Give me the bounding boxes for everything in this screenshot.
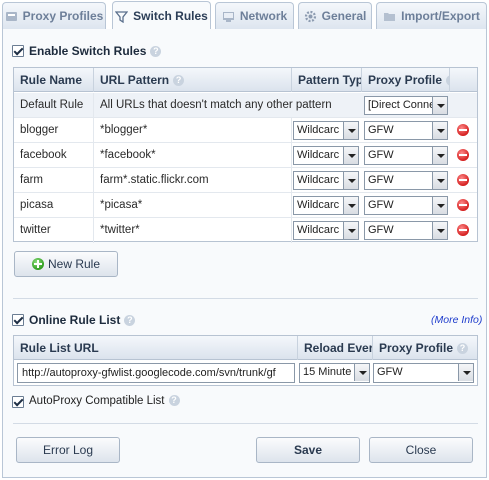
tab-switch-rules[interactable]: Switch Rules [112,1,211,30]
rule-pattern: All URLs that doesn't match any other pa… [100,99,332,111]
proxy-profile-select[interactable]: GFW [364,196,448,215]
rule-pattern[interactable]: *twitter* [94,218,292,243]
rule-list-url-field[interactable]: http://autoproxy-gfwlist.googlecode.com/… [17,363,295,383]
chevron-down-icon [343,222,358,239]
column-header-url-pattern[interactable]: URL Pattern? [94,68,292,92]
delete-rule-icon[interactable] [457,224,469,236]
delete-rule-icon[interactable] [457,174,469,186]
column-header-rule-list-url[interactable]: Rule List URL [14,336,298,360]
tab-label: Network [239,9,288,23]
more-info-link[interactable]: (More Info) [431,314,482,326]
online-rule-list-checkbox[interactable] [12,314,24,326]
help-icon[interactable]: ? [457,343,469,355]
help-icon[interactable]: ? [168,395,180,407]
table-header: Rule List URL Reload Every Proxy Profile… [14,336,477,360]
table-row: twitter *twitter* Wildcarc GFW [14,218,477,243]
enable-switch-rules-label: Enable Switch Rules? [29,44,162,58]
rule-pattern[interactable]: farm*.static.flickr.com [94,168,292,193]
chevron-down-icon [343,122,358,139]
switch-rules-table: Rule Name URL Pattern? Pattern Typ Proxy… [13,67,478,243]
network-icon [222,10,235,23]
chevron-down-icon [432,122,447,139]
tab-label: General [321,9,367,23]
online-rule-list-table: Rule List URL Reload Every Proxy Profile… [13,335,478,386]
rule-name[interactable]: twitter [14,218,94,243]
delete-rule-icon[interactable] [457,149,469,161]
reload-every-select[interactable]: 15 Minute [299,363,370,383]
online-rule-list-label: Online Rule List? [29,313,136,327]
help-icon[interactable]: ? [150,46,162,58]
rule-name[interactable]: picasa [14,193,94,218]
pattern-type-select[interactable]: Wildcarc [293,171,359,190]
column-header-pattern-type[interactable]: Pattern Typ [292,68,362,92]
tab-import-export[interactable]: Import/Export [376,2,487,29]
online-proxy-profile-select[interactable]: GFW [373,363,474,383]
rule-pattern[interactable]: *blogger* [94,118,292,143]
tab-general[interactable]: General [298,2,372,29]
chevron-down-icon [432,197,447,214]
tab-label: Switch Rules [133,9,208,23]
tab-label: Proxy Profiles [22,9,104,23]
tab-bar: Proxy Profiles Switch Rules Network Gene… [0,0,489,30]
pattern-type-select[interactable]: Wildcarc [293,221,359,240]
column-header-proxy-profile[interactable]: Proxy Profile? [362,68,450,92]
table-row: blogger *blogger* Wildcarc GFW [14,118,477,143]
help-icon[interactable]: ? [173,75,185,87]
rule-name[interactable]: farm [14,168,94,193]
delete-rule-icon[interactable] [457,199,469,211]
chevron-down-icon [343,197,358,214]
folder-icon [383,10,396,23]
add-icon [31,258,44,270]
rule-name[interactable]: blogger [14,118,94,143]
chevron-down-icon [432,97,447,114]
chevron-down-icon [343,172,358,189]
help-icon[interactable]: ? [124,315,136,327]
enable-switch-rules-checkbox[interactable] [12,45,24,57]
table-header: Rule Name URL Pattern? Pattern Typ Proxy… [14,68,477,92]
error-log-button[interactable]: Error Log [16,437,120,463]
close-button[interactable]: Close [369,437,473,463]
switch-rules-panel: Enable Switch Rules? Rule Name URL Patte… [2,29,487,478]
delete-rule-icon[interactable] [457,124,469,136]
table-row-default: Default Rule All URLs that doesn't match… [14,93,477,118]
new-rule-label: New Rule [47,257,101,271]
autoproxy-compatible-checkbox[interactable] [12,396,24,408]
pattern-type-select[interactable]: Wildcarc [293,121,359,140]
proxy-profile-select[interactable]: GFW [364,221,448,240]
table-row: facebook *facebook* Wildcarc GFW [14,143,477,168]
rule-name: Default Rule [14,93,94,118]
filter-icon [114,10,129,23]
chevron-down-icon [432,147,447,164]
new-rule-button[interactable]: New Rule [14,251,118,277]
chevron-down-icon [432,172,447,189]
chevron-down-icon [343,147,358,164]
rule-pattern[interactable]: *facebook* [94,143,292,168]
proxy-profile-select[interactable]: GFW [364,171,448,190]
rule-name[interactable]: facebook [14,143,94,168]
tab-label: Import/Export [401,9,480,23]
pattern-type-select[interactable]: Wildcarc [293,146,359,165]
proxy-profile-select[interactable]: GFW [364,121,448,140]
save-button[interactable]: Save [256,437,360,463]
column-header-rule-name[interactable]: Rule Name [14,68,94,92]
rule-pattern[interactable]: *picasa* [94,193,292,218]
chevron-down-icon [458,364,473,381]
proxy-profiles-icon [5,10,18,23]
gear-icon [304,10,317,23]
proxy-profile-select[interactable]: [Direct Conne [364,96,448,115]
divider [13,423,478,424]
chevron-down-icon [354,364,369,381]
chevron-down-icon [432,222,447,239]
column-header-reload-every[interactable]: Reload Every [298,336,373,360]
column-header-proxy-profile[interactable]: Proxy Profile? [373,336,477,360]
help-icon[interactable]: ? [446,75,449,87]
table-row: picasa *picasa* Wildcarc GFW [14,193,477,218]
pattern-type-select[interactable]: Wildcarc [293,196,359,215]
table-row: farm farm*.static.flickr.com Wildcarc GF… [14,168,477,193]
tab-network[interactable]: Network [215,2,294,29]
proxy-profile-select[interactable]: GFW [364,146,448,165]
divider [13,298,478,299]
tab-proxy-profiles[interactable]: Proxy Profiles [2,2,106,29]
autoproxy-compatible-label: AutoProxy Compatible List? [29,395,180,407]
